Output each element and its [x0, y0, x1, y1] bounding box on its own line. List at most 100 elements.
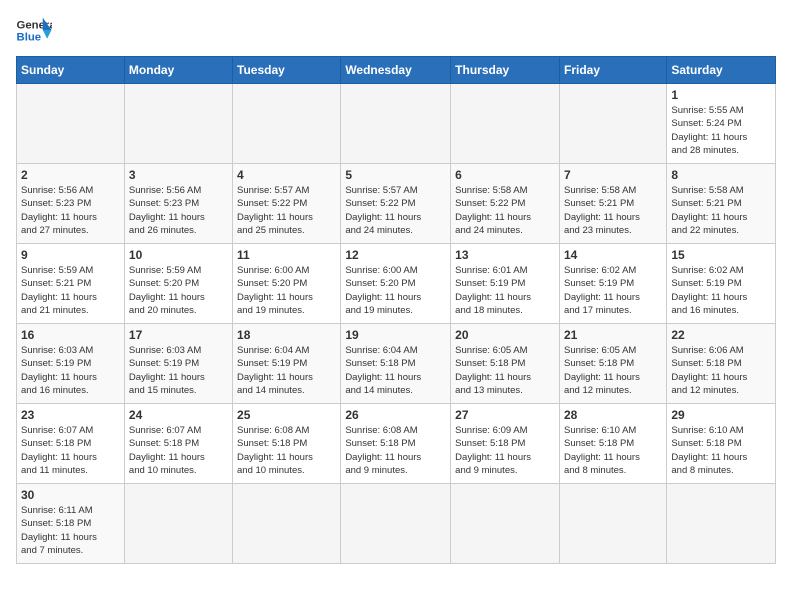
calendar-cell: 16Sunrise: 6:03 AM Sunset: 5:19 PM Dayli…	[17, 324, 125, 404]
calendar-week-0: 1 Sunrise: 5:55 AM Sunset: 5:24 PM Daylig…	[17, 84, 776, 164]
calendar-cell	[451, 484, 560, 564]
day-number: 15	[671, 248, 771, 262]
calendar-week-5: 30 Sunrise: 6:11 AM Sunset: 5:18 PM Dayli…	[17, 484, 776, 564]
calendar-cell: 9 Sunrise: 5:59 AM Sunset: 5:21 PM Daylig…	[17, 244, 125, 324]
header-monday: Monday	[124, 57, 232, 84]
calendar-week-4: 23Sunrise: 6:07 AM Sunset: 5:18 PM Dayli…	[17, 404, 776, 484]
day-number: 11	[237, 248, 336, 262]
calendar-cell: 5Sunrise: 5:57 AM Sunset: 5:22 PM Daylig…	[341, 164, 451, 244]
day-number: 14	[564, 248, 662, 262]
calendar-cell	[233, 84, 341, 164]
day-info: Sunrise: 5:58 AM Sunset: 5:22 PM Dayligh…	[455, 184, 555, 237]
calendar-cell: 30 Sunrise: 6:11 AM Sunset: 5:18 PM Dayli…	[17, 484, 125, 564]
day-info: Sunrise: 6:10 AM Sunset: 5:18 PM Dayligh…	[671, 424, 771, 477]
day-info: Sunrise: 6:08 AM Sunset: 5:18 PM Dayligh…	[237, 424, 336, 477]
calendar-cell: 3 Sunrise: 5:56 AM Sunset: 5:23 PM Daylig…	[124, 164, 232, 244]
day-number: 27	[455, 408, 555, 422]
day-info: Sunrise: 5:56 AM Sunset: 5:23 PM Dayligh…	[129, 184, 228, 237]
calendar-cell: 22 Sunrise: 6:06 AM Sunset: 5:18 PM Dayli…	[667, 324, 776, 404]
calendar-cell: 15 Sunrise: 6:02 AM Sunset: 5:19 PM Dayli…	[667, 244, 776, 324]
day-info: Sunrise: 6:04 AM Sunset: 5:19 PM Dayligh…	[237, 344, 336, 397]
header-saturday: Saturday	[667, 57, 776, 84]
calendar-cell	[341, 84, 451, 164]
calendar-cell	[451, 84, 560, 164]
calendar-cell: 25 Sunrise: 6:08 AM Sunset: 5:18 PM Dayli…	[233, 404, 341, 484]
calendar-cell: 18 Sunrise: 6:04 AM Sunset: 5:19 PM Dayli…	[233, 324, 341, 404]
day-number: 25	[237, 408, 336, 422]
calendar-cell	[667, 484, 776, 564]
svg-text:Blue: Blue	[17, 32, 42, 44]
day-info: Sunrise: 6:00 AM Sunset: 5:20 PM Dayligh…	[237, 264, 336, 317]
header-tuesday: Tuesday	[233, 57, 341, 84]
day-info: Sunrise: 6:07 AM Sunset: 5:18 PM Dayligh…	[21, 424, 120, 477]
header-sunday: Sunday	[17, 57, 125, 84]
calendar-cell: 19 Sunrise: 6:04 AM Sunset: 5:18 PM Dayli…	[341, 324, 451, 404]
day-info: Sunrise: 6:01 AM Sunset: 5:19 PM Dayligh…	[455, 264, 555, 317]
calendar-week-3: 16Sunrise: 6:03 AM Sunset: 5:19 PM Dayli…	[17, 324, 776, 404]
day-info: Sunrise: 6:05 AM Sunset: 5:18 PM Dayligh…	[455, 344, 555, 397]
calendar-cell: 11 Sunrise: 6:00 AM Sunset: 5:20 PM Dayli…	[233, 244, 341, 324]
day-number: 3	[129, 168, 228, 182]
calendar-header-row: SundayMondayTuesdayWednesdayThursdayFrid…	[17, 57, 776, 84]
calendar-cell: 29 Sunrise: 6:10 AM Sunset: 5:18 PM Dayli…	[667, 404, 776, 484]
day-info: Sunrise: 6:03 AM Sunset: 5:19 PM Dayligh…	[21, 344, 120, 397]
day-number: 2	[21, 168, 120, 182]
day-number: 22	[671, 328, 771, 342]
day-info: Sunrise: 5:58 AM Sunset: 5:21 PM Dayligh…	[671, 184, 771, 237]
day-info: Sunrise: 5:55 AM Sunset: 5:24 PM Dayligh…	[671, 104, 771, 157]
calendar-cell: 2 Sunrise: 5:56 AM Sunset: 5:23 PM Daylig…	[17, 164, 125, 244]
day-number: 19	[345, 328, 446, 342]
day-info: Sunrise: 6:06 AM Sunset: 5:18 PM Dayligh…	[671, 344, 771, 397]
calendar-cell: 24 Sunrise: 6:07 AM Sunset: 5:18 PM Dayli…	[124, 404, 232, 484]
day-info: Sunrise: 6:03 AM Sunset: 5:19 PM Dayligh…	[129, 344, 228, 397]
calendar-cell: 20 Sunrise: 6:05 AM Sunset: 5:18 PM Dayli…	[451, 324, 560, 404]
day-number: 6	[455, 168, 555, 182]
logo-icon: General Blue	[16, 16, 52, 44]
day-number: 28	[564, 408, 662, 422]
header-wednesday: Wednesday	[341, 57, 451, 84]
calendar-cell: 23Sunrise: 6:07 AM Sunset: 5:18 PM Dayli…	[17, 404, 125, 484]
calendar-cell: 21 Sunrise: 6:05 AM Sunset: 5:18 PM Dayli…	[559, 324, 666, 404]
header: General Blue	[16, 16, 776, 44]
calendar-cell: 12Sunrise: 6:00 AM Sunset: 5:20 PM Dayli…	[341, 244, 451, 324]
day-number: 30	[21, 488, 120, 502]
day-number: 20	[455, 328, 555, 342]
header-friday: Friday	[559, 57, 666, 84]
calendar-cell	[124, 484, 232, 564]
calendar-cell: 26Sunrise: 6:08 AM Sunset: 5:18 PM Dayli…	[341, 404, 451, 484]
calendar-cell: 14Sunrise: 6:02 AM Sunset: 5:19 PM Dayli…	[559, 244, 666, 324]
day-info: Sunrise: 5:57 AM Sunset: 5:22 PM Dayligh…	[237, 184, 336, 237]
day-info: Sunrise: 6:09 AM Sunset: 5:18 PM Dayligh…	[455, 424, 555, 477]
logo: General Blue	[16, 16, 56, 44]
day-info: Sunrise: 6:11 AM Sunset: 5:18 PM Dayligh…	[21, 504, 120, 557]
calendar-cell: 4Sunrise: 5:57 AM Sunset: 5:22 PM Daylig…	[233, 164, 341, 244]
day-number: 21	[564, 328, 662, 342]
day-number: 9	[21, 248, 120, 262]
day-info: Sunrise: 6:02 AM Sunset: 5:19 PM Dayligh…	[671, 264, 771, 317]
day-number: 8	[671, 168, 771, 182]
calendar-cell: 7Sunrise: 5:58 AM Sunset: 5:21 PM Daylig…	[559, 164, 666, 244]
calendar-cell: 17Sunrise: 6:03 AM Sunset: 5:19 PM Dayli…	[124, 324, 232, 404]
calendar-table: SundayMondayTuesdayWednesdayThursdayFrid…	[16, 56, 776, 564]
day-info: Sunrise: 5:57 AM Sunset: 5:22 PM Dayligh…	[345, 184, 446, 237]
day-number: 1	[671, 88, 771, 102]
day-number: 7	[564, 168, 662, 182]
day-info: Sunrise: 6:10 AM Sunset: 5:18 PM Dayligh…	[564, 424, 662, 477]
day-info: Sunrise: 6:05 AM Sunset: 5:18 PM Dayligh…	[564, 344, 662, 397]
calendar-cell	[341, 484, 451, 564]
day-info: Sunrise: 5:59 AM Sunset: 5:21 PM Dayligh…	[21, 264, 120, 317]
header-thursday: Thursday	[451, 57, 560, 84]
day-number: 12	[345, 248, 446, 262]
day-info: Sunrise: 6:07 AM Sunset: 5:18 PM Dayligh…	[129, 424, 228, 477]
calendar-cell: 27 Sunrise: 6:09 AM Sunset: 5:18 PM Dayli…	[451, 404, 560, 484]
day-info: Sunrise: 5:56 AM Sunset: 5:23 PM Dayligh…	[21, 184, 120, 237]
day-number: 18	[237, 328, 336, 342]
calendar-cell: 6 Sunrise: 5:58 AM Sunset: 5:22 PM Daylig…	[451, 164, 560, 244]
calendar-cell	[124, 84, 232, 164]
calendar-cell: 8 Sunrise: 5:58 AM Sunset: 5:21 PM Daylig…	[667, 164, 776, 244]
day-info: Sunrise: 6:04 AM Sunset: 5:18 PM Dayligh…	[345, 344, 446, 397]
calendar-cell	[559, 484, 666, 564]
day-number: 24	[129, 408, 228, 422]
day-number: 29	[671, 408, 771, 422]
calendar-cell: 1 Sunrise: 5:55 AM Sunset: 5:24 PM Daylig…	[667, 84, 776, 164]
